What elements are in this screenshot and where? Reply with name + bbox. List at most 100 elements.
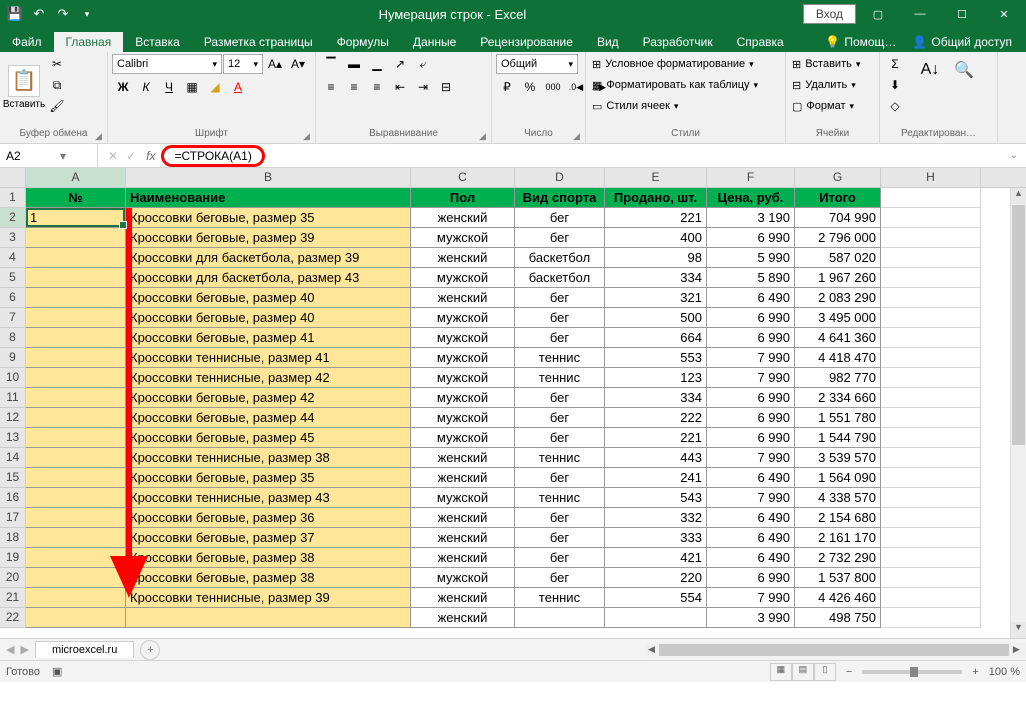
- row-header[interactable]: 11: [0, 388, 26, 408]
- cell[interactable]: бег: [515, 388, 605, 408]
- font-size-combo[interactable]: 12▾: [223, 54, 263, 74]
- cell[interactable]: Кроссовки беговые, размер 39: [126, 228, 411, 248]
- cell[interactable]: [26, 348, 126, 368]
- row-header[interactable]: 22: [0, 608, 26, 628]
- col-header[interactable]: G: [795, 168, 881, 187]
- share-button[interactable]: 👤Общий доступ: [904, 32, 1020, 52]
- row-header[interactable]: 5: [0, 268, 26, 288]
- cell[interactable]: 321: [605, 288, 707, 308]
- cell[interactable]: мужской: [411, 388, 515, 408]
- cell[interactable]: [881, 368, 981, 388]
- decrease-font-icon[interactable]: A▾: [287, 54, 309, 74]
- cell[interactable]: теннис: [515, 368, 605, 388]
- row-header[interactable]: 4: [0, 248, 26, 268]
- cell[interactable]: 7 990: [707, 588, 795, 608]
- align-right-icon[interactable]: ≡: [366, 77, 388, 97]
- cell[interactable]: Кроссовки беговые, размер 45: [126, 428, 411, 448]
- formula-input[interactable]: =СТРОКА(A1): [161, 145, 264, 167]
- page-break-icon[interactable]: ▯: [814, 663, 836, 681]
- group-launcher-icon[interactable]: ◢: [303, 131, 313, 141]
- cell[interactable]: [881, 588, 981, 608]
- cell[interactable]: 4 426 460: [795, 588, 881, 608]
- row-header[interactable]: 20: [0, 568, 26, 588]
- sheet-next-icon[interactable]: ▶: [20, 643, 28, 656]
- sheet-tab[interactable]: microexcel.ru: [35, 641, 134, 658]
- cell[interactable]: женский: [411, 528, 515, 548]
- copy-icon[interactable]: ⧉: [46, 75, 68, 95]
- cell[interactable]: [26, 388, 126, 408]
- cell[interactable]: 1 967 260: [795, 268, 881, 288]
- cell[interactable]: Вид спорта: [515, 188, 605, 208]
- undo-icon[interactable]: ↶: [28, 3, 50, 25]
- cell[interactable]: [26, 308, 126, 328]
- cell[interactable]: 3 539 570: [795, 448, 881, 468]
- cell[interactable]: женский: [411, 248, 515, 268]
- row-header[interactable]: 2: [0, 208, 26, 228]
- merge-icon[interactable]: ⊟: [435, 77, 457, 97]
- cell[interactable]: бег: [515, 568, 605, 588]
- scroll-up-icon[interactable]: ▲: [1011, 188, 1026, 204]
- zoom-slider[interactable]: [862, 670, 962, 674]
- cell[interactable]: 2 083 290: [795, 288, 881, 308]
- cell[interactable]: [26, 328, 126, 348]
- signin-button[interactable]: Вход: [803, 4, 856, 24]
- vertical-scrollbar[interactable]: ▲ ▼: [1010, 188, 1026, 638]
- cell[interactable]: бег: [515, 408, 605, 428]
- zoom-thumb[interactable]: [910, 667, 918, 677]
- col-header[interactable]: E: [605, 168, 707, 187]
- ribbon-display-icon[interactable]: ▢: [858, 0, 898, 28]
- cell[interactable]: 7 990: [707, 488, 795, 508]
- zoom-in-icon[interactable]: +: [972, 666, 978, 678]
- cell[interactable]: [26, 488, 126, 508]
- name-box-input[interactable]: [0, 149, 60, 163]
- col-header[interactable]: C: [411, 168, 515, 187]
- cell[interactable]: [26, 588, 126, 608]
- font-color-icon[interactable]: A: [227, 77, 249, 97]
- cell[interactable]: 6 990: [707, 408, 795, 428]
- cell[interactable]: 98: [605, 248, 707, 268]
- cell[interactable]: мужской: [411, 488, 515, 508]
- cell[interactable]: мужской: [411, 268, 515, 288]
- cell[interactable]: №: [26, 188, 126, 208]
- row-header[interactable]: 10: [0, 368, 26, 388]
- cell[interactable]: Кроссовки для баскетбола, размер 39: [126, 248, 411, 268]
- cell[interactable]: 7 990: [707, 448, 795, 468]
- cell[interactable]: 334: [605, 268, 707, 288]
- group-launcher-icon[interactable]: ◢: [479, 131, 489, 141]
- align-middle-icon[interactable]: ▬: [343, 54, 365, 74]
- row-header[interactable]: 21: [0, 588, 26, 608]
- cell[interactable]: [881, 188, 981, 208]
- cell[interactable]: женский: [411, 288, 515, 308]
- cell[interactable]: [26, 528, 126, 548]
- cell[interactable]: 4 418 470: [795, 348, 881, 368]
- cell[interactable]: 6 490: [707, 468, 795, 488]
- cell[interactable]: 123: [605, 368, 707, 388]
- cell[interactable]: [881, 568, 981, 588]
- cell[interactable]: 6 990: [707, 228, 795, 248]
- cell[interactable]: 498 750: [795, 608, 881, 628]
- cell[interactable]: 6 490: [707, 548, 795, 568]
- cell[interactable]: 5 990: [707, 248, 795, 268]
- cell[interactable]: женский: [411, 588, 515, 608]
- group-launcher-icon[interactable]: ◢: [95, 131, 105, 141]
- select-all-corner[interactable]: [0, 168, 26, 187]
- cell[interactable]: 500: [605, 308, 707, 328]
- row-header[interactable]: 12: [0, 408, 26, 428]
- cell[interactable]: Продано, шт.: [605, 188, 707, 208]
- cell[interactable]: 400: [605, 228, 707, 248]
- border-icon[interactable]: ▦: [181, 77, 203, 97]
- cell[interactable]: Кроссовки беговые, размер 40: [126, 308, 411, 328]
- cell[interactable]: 220: [605, 568, 707, 588]
- cell[interactable]: Кроссовки беговые, размер 35: [126, 468, 411, 488]
- cell[interactable]: 6 990: [707, 328, 795, 348]
- scroll-left-icon[interactable]: ◀: [646, 644, 657, 655]
- cell[interactable]: бег: [515, 468, 605, 488]
- cell[interactable]: [881, 248, 981, 268]
- row-header[interactable]: 3: [0, 228, 26, 248]
- tab-view[interactable]: Вид: [585, 32, 631, 52]
- cell[interactable]: [26, 608, 126, 628]
- cell[interactable]: [26, 248, 126, 268]
- qat-customize-icon[interactable]: ▾: [76, 3, 98, 25]
- cell[interactable]: мужской: [411, 568, 515, 588]
- cell[interactable]: 2 796 000: [795, 228, 881, 248]
